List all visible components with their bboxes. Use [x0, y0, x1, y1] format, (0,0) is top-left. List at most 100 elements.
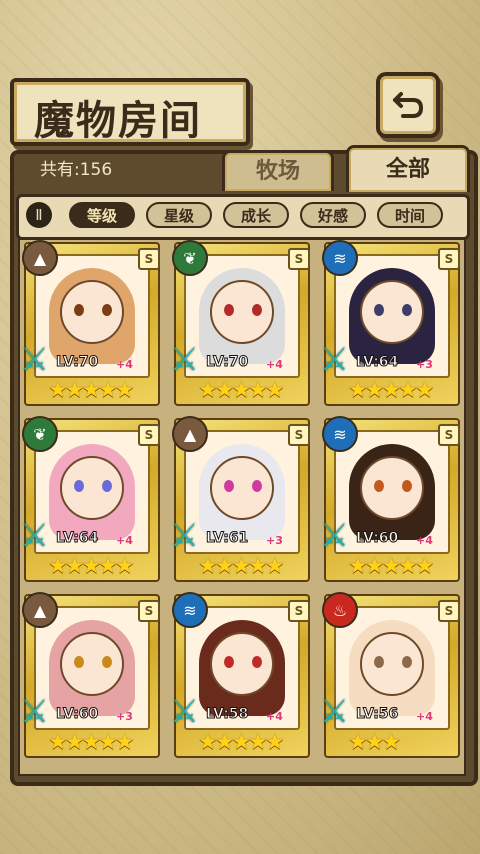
- monster-stars: ★★★★★: [348, 378, 435, 403]
- element-water-icon: ≋: [172, 592, 208, 628]
- element-earth-icon: ▲: [172, 416, 208, 452]
- sword-icon: ⚔: [20, 516, 49, 554]
- monster-portrait-face: [360, 280, 424, 344]
- monster-bonus: +4: [266, 710, 283, 723]
- filter-affection[interactable]: 好感: [300, 202, 366, 228]
- sword-icon: ⚔: [170, 692, 199, 730]
- back-button[interactable]: [376, 72, 440, 138]
- monster-eye-right: [252, 304, 262, 316]
- monster-card[interactable]: ▲ S ⚔ LV:61 +3 ★★★★★: [170, 416, 310, 582]
- monster-portrait-face: [360, 632, 424, 696]
- title-plate: 魔物房间: [10, 78, 250, 146]
- monster-bonus: +4: [416, 710, 433, 723]
- sort-order-toggle[interactable]: Ⅱ: [26, 202, 52, 228]
- monster-portrait-face: [60, 456, 124, 520]
- filter-growth[interactable]: 成长: [223, 202, 289, 228]
- monster-card[interactable]: ▲ S ⚔ LV:60 +3 ★★★★★: [20, 592, 160, 758]
- rank-badge: S: [138, 248, 160, 270]
- element-water-icon: ≋: [322, 416, 358, 452]
- monster-card[interactable]: ≋ S ⚔ LV:58 +4 ★★★★★: [170, 592, 310, 758]
- rank-badge: S: [288, 424, 310, 446]
- monster-level: LV:60: [355, 530, 399, 547]
- element-earth-icon: ▲: [22, 592, 58, 628]
- rank-badge: S: [288, 248, 310, 270]
- monster-eye-left: [74, 656, 84, 668]
- monster-eye-left: [374, 304, 384, 316]
- monster-portrait-face: [210, 280, 274, 344]
- sword-icon: ⚔: [320, 516, 349, 554]
- monster-eye-left: [374, 656, 384, 668]
- monster-bonus: +4: [116, 534, 133, 547]
- filter-time[interactable]: 时间: [377, 202, 443, 228]
- tab-all[interactable]: 全部: [346, 145, 470, 192]
- monster-eye-right: [402, 656, 412, 668]
- monster-portrait-face: [210, 456, 274, 520]
- monster-bonus: +3: [266, 534, 283, 547]
- monster-card[interactable]: ≋ S ⚔ LV:60 +4 ★★★★★: [320, 416, 460, 582]
- monster-portrait-face: [360, 456, 424, 520]
- monster-card[interactable]: ❦ S ⚔ LV:64 +4 ★★★★★: [20, 416, 160, 582]
- rank-badge: S: [438, 424, 460, 446]
- filter-star[interactable]: 星级: [146, 202, 212, 228]
- monster-level: LV:58: [205, 706, 249, 723]
- monster-stars: ★★★★★: [48, 378, 135, 403]
- monster-bonus: +4: [116, 358, 133, 371]
- monster-eye-right: [252, 656, 262, 668]
- rank-badge: S: [138, 424, 160, 446]
- monster-count: 共有:156: [40, 160, 113, 180]
- monster-stars: ★★★★★: [348, 554, 435, 579]
- monster-eye-right: [102, 656, 112, 668]
- tab-ranch[interactable]: 牧场: [222, 150, 334, 191]
- monster-card[interactable]: ♨ S ⚔ LV:56 +4 ★★★: [320, 592, 460, 758]
- monster-bonus: +3: [416, 358, 433, 371]
- sword-icon: ⚔: [20, 692, 49, 730]
- monster-card[interactable]: ≋ S ⚔ LV:64 +3 ★★★★★: [320, 240, 460, 406]
- sword-icon: ⚔: [170, 516, 199, 554]
- back-arrow-icon: [393, 92, 424, 118]
- monster-eye-left: [224, 304, 234, 316]
- monster-eye-right: [102, 304, 112, 316]
- monster-level: LV:61: [205, 530, 249, 547]
- element-earth-icon: ▲: [22, 240, 58, 276]
- monster-stars: ★★★★★: [198, 730, 285, 755]
- monster-eye-left: [224, 480, 234, 492]
- rank-badge: S: [438, 248, 460, 270]
- rank-badge: S: [138, 600, 160, 622]
- filter-level[interactable]: 等级: [69, 202, 135, 228]
- monster-card[interactable]: ❦ S ⚔ LV:70 +4 ★★★★★: [170, 240, 310, 406]
- monster-eye-left: [74, 480, 84, 492]
- monster-level: LV:56: [355, 706, 399, 723]
- monster-grid: ▲ S ⚔ LV:70 +4 ★★★★★ ❦ S ⚔ LV:70 +4 ★★★★…: [18, 238, 466, 776]
- monster-portrait-face: [60, 280, 124, 344]
- monster-eye-right: [402, 480, 412, 492]
- monster-portrait-face: [210, 632, 274, 696]
- rank-badge: S: [288, 600, 310, 622]
- sword-icon: ⚔: [320, 692, 349, 730]
- sword-icon: ⚔: [20, 340, 49, 378]
- monster-level: LV:70: [55, 354, 99, 371]
- element-wood-icon: ❦: [22, 416, 58, 452]
- monster-stars: ★★★★★: [48, 554, 135, 579]
- rank-badge: S: [438, 600, 460, 622]
- monster-eye-right: [402, 304, 412, 316]
- monster-stars: ★★★★★: [198, 378, 285, 403]
- monster-portrait-face: [60, 632, 124, 696]
- sword-icon: ⚔: [170, 340, 199, 378]
- monster-stars: ★★★★★: [198, 554, 285, 579]
- monster-card[interactable]: ▲ S ⚔ LV:70 +4 ★★★★★: [20, 240, 160, 406]
- monster-bonus: +4: [266, 358, 283, 371]
- monster-level: LV:70: [205, 354, 249, 371]
- element-wood-icon: ❦: [172, 240, 208, 276]
- monster-level: LV:64: [55, 530, 99, 547]
- monster-eye-right: [102, 480, 112, 492]
- monster-stars: ★★★★★: [48, 730, 135, 755]
- element-water-icon: ≋: [322, 240, 358, 276]
- monster-level: LV:60: [55, 706, 99, 723]
- monster-eye-right: [252, 480, 262, 492]
- monster-eye-left: [374, 480, 384, 492]
- monster-eye-left: [74, 304, 84, 316]
- monster-level: LV:64: [355, 354, 399, 371]
- monster-eye-left: [224, 656, 234, 668]
- page-title: 魔物房间: [34, 97, 202, 144]
- monster-bonus: +3: [116, 710, 133, 723]
